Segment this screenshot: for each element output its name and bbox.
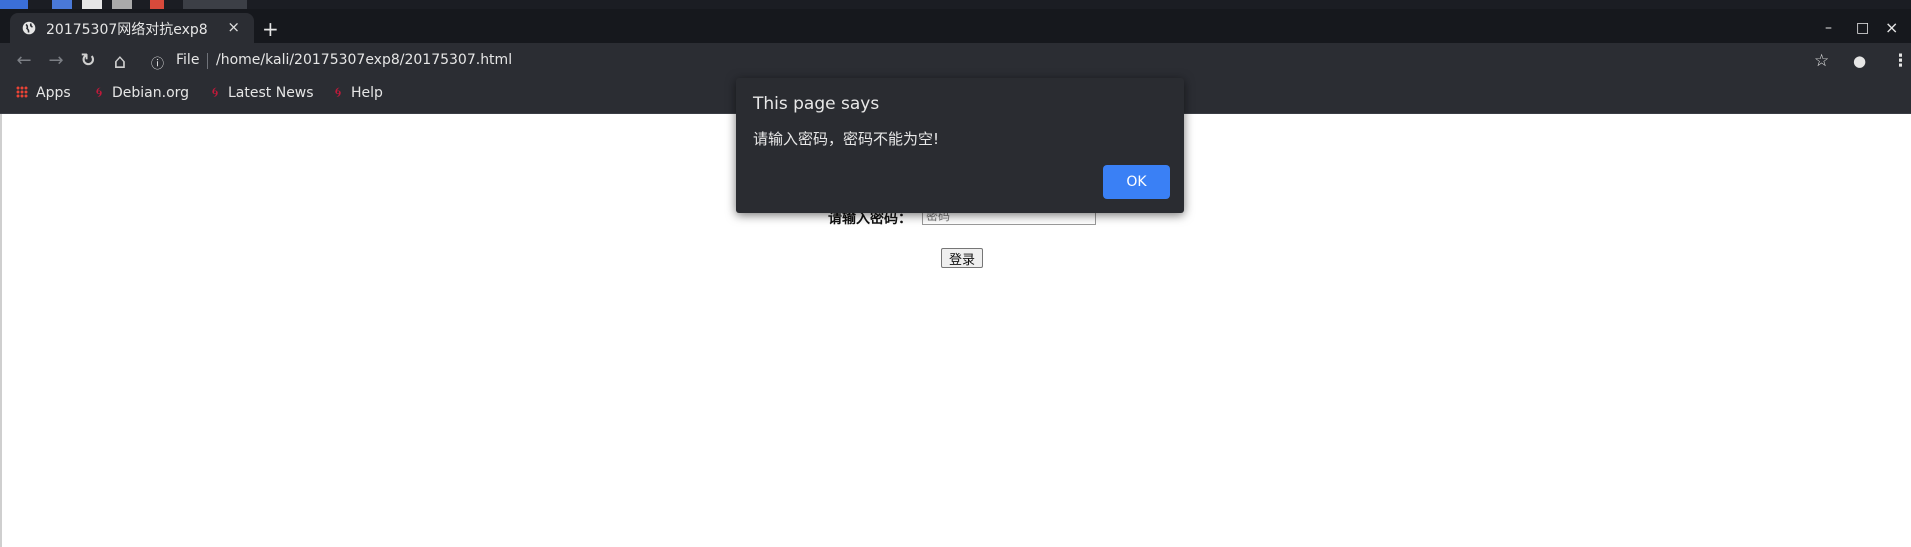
login-button[interactable]: 登录	[941, 248, 983, 268]
bookmark-label: Debian.org	[112, 85, 190, 101]
debian-swirl-icon: 🌀︎	[95, 85, 103, 101]
bookmark-label: Latest News	[228, 85, 314, 101]
debian-swirl-icon: 🌀︎	[211, 85, 219, 101]
new-tab-button[interactable]: +	[262, 19, 279, 39]
bookmark-latest-news[interactable]: 🌀︎ Latest News	[207, 85, 314, 101]
bookmark-star-icon[interactable]: ☆	[1814, 51, 1829, 71]
window-close-button[interactable]: ×	[1885, 18, 1898, 37]
browser-toolbar: ← → ↻ ⌂ ⓘ File /home/kali/20175307exp8/2…	[0, 43, 1911, 79]
bookmark-apps[interactable]: Apps	[16, 85, 71, 101]
tab-title: 20175307网络对抗exp8	[46, 22, 208, 38]
profile-icon[interactable]: ●	[1853, 52, 1866, 70]
tab-close-icon[interactable]: ×	[227, 18, 240, 36]
taskbar-window-button[interactable]	[183, 0, 247, 9]
minimize-button[interactable]: –	[1825, 20, 1832, 36]
omnibox-divider	[207, 53, 208, 69]
bookmark-label: Help	[351, 85, 383, 101]
home-button[interactable]: ⌂	[110, 51, 130, 71]
bookmark-label: Apps	[36, 85, 71, 101]
address-bar-url[interactable]: /home/kali/20175307exp8/20175307.html	[216, 52, 512, 68]
dialog-message: 请输入密码，密码不能为空!	[753, 130, 940, 148]
bookmark-help[interactable]: 🌀︎ Help	[330, 85, 383, 101]
desktop-taskbar	[0, 0, 1911, 9]
dialog-title: This page says	[753, 94, 880, 114]
taskbar-app-icon[interactable]	[82, 0, 102, 9]
scheme-label: File	[176, 52, 200, 68]
back-button[interactable]: ←	[14, 51, 34, 71]
taskbar-app-icon[interactable]	[52, 0, 72, 9]
apps-grid-icon	[16, 86, 28, 98]
alert-dialog: This page says 请输入密码，密码不能为空! OK	[736, 78, 1184, 213]
browser-menu-icon[interactable]: ⋮	[1892, 51, 1909, 71]
debian-swirl-icon: 🌀︎	[334, 85, 342, 101]
reload-button[interactable]: ↻	[78, 51, 98, 71]
browser-tab[interactable]: 20175307网络对抗exp8 ×	[10, 13, 254, 43]
info-icon[interactable]: ⓘ	[151, 53, 164, 72]
taskbar-app-icon[interactable]	[150, 0, 164, 9]
bookmark-debian[interactable]: 🌀︎ Debian.org	[91, 85, 189, 101]
tab-strip: 20175307网络对抗exp8 × + – □ ×	[0, 9, 1911, 43]
globe-icon	[22, 21, 36, 35]
ok-button[interactable]: OK	[1103, 165, 1170, 199]
taskbar-app-icon[interactable]	[112, 0, 132, 9]
maximize-button[interactable]: □	[1856, 20, 1869, 36]
taskbar-launcher-icon[interactable]	[0, 0, 28, 9]
forward-button[interactable]: →	[46, 51, 66, 71]
